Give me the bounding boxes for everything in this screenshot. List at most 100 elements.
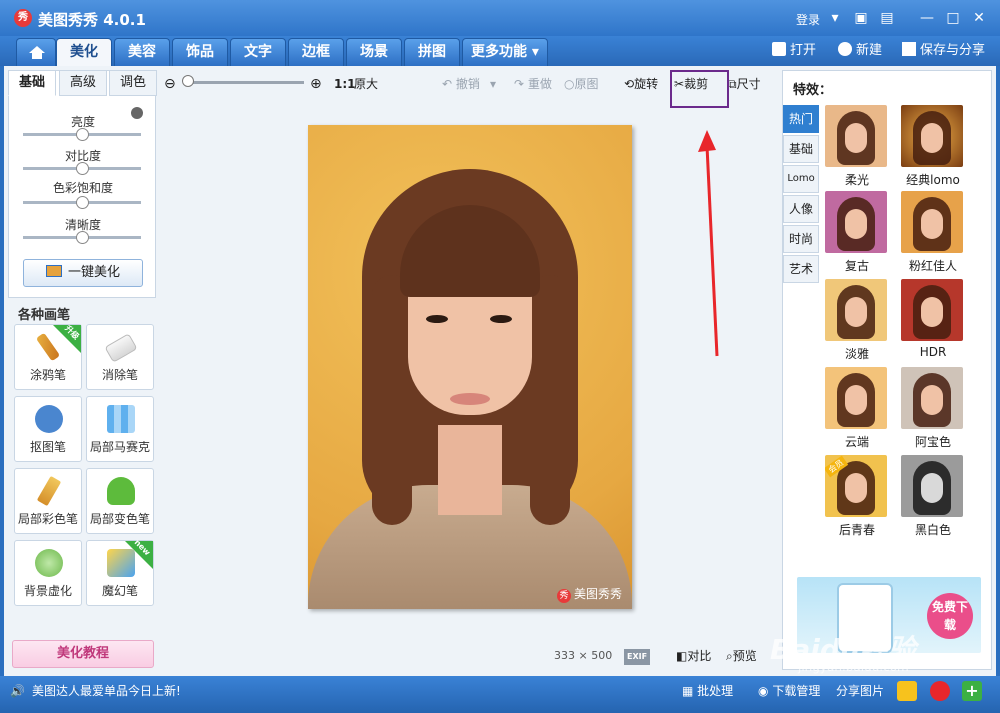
close-icon[interactable]: ✕: [970, 9, 988, 27]
save-share-button[interactable]: 保存与分享: [902, 41, 985, 61]
preview-button[interactable]: ⌕预览: [726, 648, 757, 664]
mosaic-icon: [107, 405, 135, 433]
compare-button[interactable]: ◧对比: [676, 648, 711, 664]
tab-scene[interactable]: 场景: [346, 38, 402, 66]
effects-category-hot[interactable]: 热门: [783, 105, 819, 133]
title-bar: 秀 美图秀秀 4.0.1 登录 ▾ ▣ ▤ — □ ✕: [0, 0, 1000, 36]
effect-classic-lomo[interactable]: 经典lomo: [901, 105, 965, 189]
magic-pen-button[interactable]: new 魔幻笔: [86, 538, 154, 606]
plus-icon: [838, 42, 852, 56]
star-icon[interactable]: [897, 681, 917, 701]
skin-icon[interactable]: ▾: [826, 9, 844, 27]
brightness-knob[interactable]: [76, 128, 89, 141]
zoom-slider[interactable]: [184, 81, 304, 84]
sharpness-knob[interactable]: [76, 231, 89, 244]
saturation-knob[interactable]: [76, 196, 89, 209]
effect-cloud[interactable]: 云端: [825, 367, 889, 451]
effects-category-basic[interactable]: 基础: [783, 135, 819, 163]
cutout-icon: [35, 405, 63, 433]
tab-text[interactable]: 文字: [230, 38, 286, 66]
contrast-slider[interactable]: [23, 162, 141, 175]
color-pen-button[interactable]: 局部彩色笔: [14, 468, 82, 534]
maximize-icon[interactable]: □: [944, 9, 962, 27]
compare-icon: ◧: [676, 649, 688, 663]
effect-elegant[interactable]: 淡雅: [825, 279, 889, 363]
beautify-tutorial-button[interactable]: 美化教程: [12, 640, 154, 668]
status-bar: 🔊 美图达人最爱单品今日上新! ▦ 批处理 ◉ 下载管理 分享图片 +: [0, 676, 1000, 713]
original-icon: ○: [564, 77, 575, 91]
adjust-box: 基础 高级 调色 亮度 对比度 色彩饱和度 清晰度 一键美化: [8, 70, 157, 298]
zoom-in-icon[interactable]: ⊕: [310, 75, 322, 93]
effect-hdr[interactable]: HDR: [901, 279, 965, 363]
paint-bucket-icon: [107, 477, 135, 505]
image-dimensions: 333 × 500: [554, 649, 613, 662]
ratio-label[interactable]: 1:1: [334, 75, 356, 93]
redo-button[interactable]: ↷ 重做: [514, 75, 552, 93]
batch-process-button[interactable]: ▦ 批处理: [682, 683, 733, 699]
zoom-out-icon[interactable]: ⊖: [164, 75, 176, 93]
free-download-button[interactable]: 免费下载: [927, 593, 973, 639]
original-image-button[interactable]: ○原图: [564, 75, 599, 93]
download-icon: ◉: [758, 684, 769, 698]
sharpness-slider[interactable]: [23, 231, 141, 244]
weibo-icon[interactable]: [930, 681, 950, 701]
download-manager-button[interactable]: ◉ 下载管理: [758, 683, 820, 699]
color-brush-icon: [36, 475, 62, 507]
tab-accessories[interactable]: 饰品: [172, 38, 228, 66]
edited-photo[interactable]: 秀美图秀秀: [308, 125, 632, 609]
zoom-knob[interactable]: [182, 75, 194, 87]
effect-pink-lady[interactable]: 粉红佳人: [901, 191, 965, 275]
contrast-knob[interactable]: [76, 162, 89, 175]
cutout-pen-button[interactable]: 抠图笔: [14, 396, 82, 462]
undo-button[interactable]: ↶ 撤销: [442, 75, 480, 93]
minimize-icon[interactable]: —: [918, 9, 936, 27]
tab-retouch[interactable]: 美容: [114, 38, 170, 66]
tab-more-features[interactable]: 更多功能 ▾: [462, 38, 548, 66]
new-button[interactable]: 新建: [838, 41, 882, 61]
open-button[interactable]: 打开: [772, 41, 816, 61]
tab-frame[interactable]: 边框: [288, 38, 344, 66]
meitu-logo-icon: 秀: [556, 589, 571, 603]
resize-button[interactable]: ⧉尺寸: [728, 75, 761, 93]
original-size-button[interactable]: 原大: [354, 75, 378, 93]
background-blur-button[interactable]: 背景虚化: [14, 540, 82, 606]
tab-collage[interactable]: 拼图: [404, 38, 460, 66]
mosaic-pen-button[interactable]: 局部马赛克: [86, 396, 154, 462]
effect-black-white[interactable]: 黑白色: [901, 455, 965, 539]
exif-button[interactable]: EXIF: [624, 648, 651, 665]
brightness-slider[interactable]: [23, 128, 141, 141]
login-link[interactable]: 登录: [796, 11, 820, 28]
preview-icon: ⌕: [726, 649, 733, 663]
add-icon[interactable]: +: [962, 681, 982, 701]
subtab-color[interactable]: 调色: [109, 70, 157, 96]
pens-title: 各种画笔: [18, 308, 71, 323]
rotate-icon: ⟲: [624, 77, 635, 91]
effects-category-fashion[interactable]: 时尚: [783, 225, 819, 253]
effect-soft-light[interactable]: 柔光: [825, 105, 889, 189]
rotate-button[interactable]: ⟲旋转: [624, 75, 658, 93]
share-picture-button[interactable]: 分享图片: [836, 683, 884, 699]
tab-beautify[interactable]: 美化: [56, 38, 112, 66]
saturation-slider[interactable]: [23, 196, 141, 209]
app-title: 美图秀秀 4.0.1: [38, 11, 146, 29]
message-icon[interactable]: ▣: [852, 9, 870, 27]
effect-retro[interactable]: 复古: [825, 191, 889, 275]
home-tab[interactable]: [16, 38, 56, 66]
subtab-basic[interactable]: 基础: [8, 70, 56, 96]
effect-abao-color[interactable]: 阿宝色: [901, 367, 965, 451]
effects-category-portrait[interactable]: 人像: [783, 195, 819, 223]
subtab-advanced[interactable]: 高级: [59, 70, 107, 96]
one-click-beautify-button[interactable]: 一键美化: [23, 259, 143, 287]
undo-dropdown[interactable]: ▾: [490, 75, 496, 93]
menu-icon[interactable]: ▤: [878, 9, 896, 27]
effect-after-youth[interactable]: 会员 后青春: [825, 455, 889, 539]
effects-category-lomo[interactable]: Lomo: [783, 165, 819, 193]
effects-category-art[interactable]: 艺术: [783, 255, 819, 283]
doodle-pen-button[interactable]: 升级 涂鸦笔: [14, 324, 82, 390]
status-message[interactable]: 美图达人最爱单品今日上新!: [32, 683, 181, 699]
recolor-pen-button[interactable]: 局部变色笔: [86, 468, 154, 534]
eraser-pen-button[interactable]: 消除笔: [86, 324, 154, 390]
blur-icon: [35, 549, 63, 577]
folder-icon: [772, 42, 786, 56]
redo-icon: ↷: [514, 77, 525, 91]
